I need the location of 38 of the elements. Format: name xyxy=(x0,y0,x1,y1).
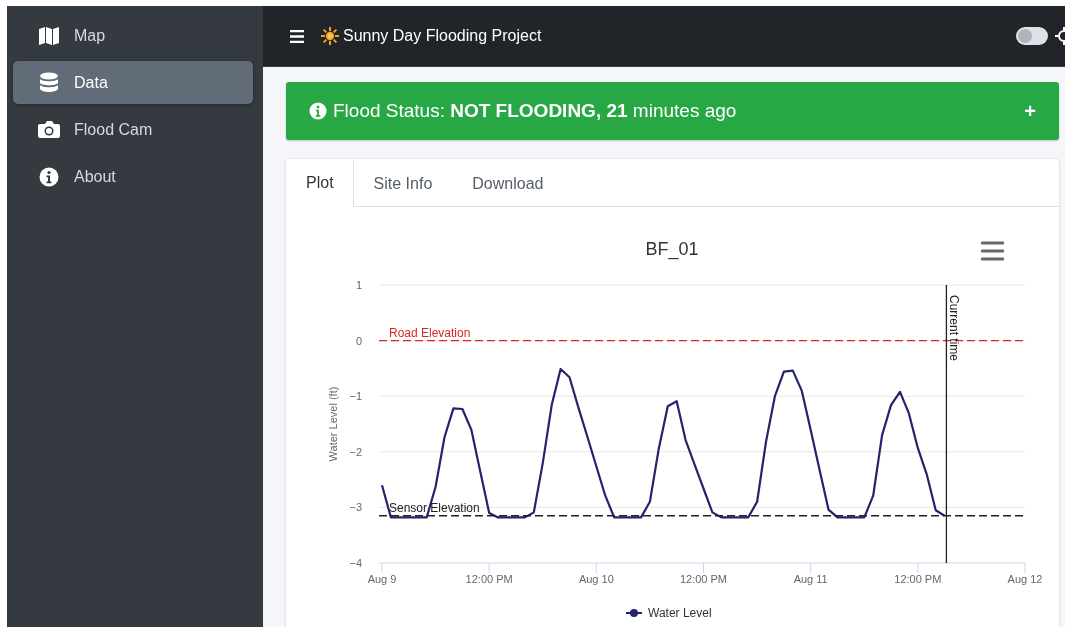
database-icon xyxy=(39,71,59,94)
y-axis-title: Water Level (ft) xyxy=(327,386,339,462)
reference-line-label: Road Elevation xyxy=(389,325,471,340)
tab[interactable]: Download xyxy=(452,159,564,207)
info-icon xyxy=(309,102,327,120)
current-time-label: Current time xyxy=(947,295,962,362)
legend-item[interactable]: Water Level xyxy=(648,606,712,620)
sidebar-item[interactable]: Data xyxy=(13,61,253,104)
tab[interactable]: Site Info xyxy=(353,159,453,207)
menu-button[interactable] xyxy=(290,29,304,43)
camera-icon xyxy=(38,120,60,139)
flood-status-text: Flood Status: NOT FLOODING, 21 minutes ago xyxy=(333,100,737,122)
y-tick-label: 0 xyxy=(355,334,362,347)
y-tick-label: −4 xyxy=(349,557,362,569)
chart-menu-button[interactable] xyxy=(981,241,1004,261)
sidebar-item[interactable]: About xyxy=(13,155,253,198)
y-tick-label: −3 xyxy=(349,501,362,514)
sidebar-item[interactable]: Map xyxy=(13,14,253,57)
reference-line-label: Sensor Elevation xyxy=(389,500,480,515)
x-tick-label: Aug 9 xyxy=(367,573,397,585)
x-tick-label: 12:00 PM xyxy=(465,573,513,585)
x-tick-label: Aug 12 xyxy=(1007,573,1043,585)
x-tick-label: Aug 11 xyxy=(793,573,828,585)
info-icon xyxy=(39,166,59,187)
theme-toggle[interactable] xyxy=(1016,27,1048,45)
sun-icon xyxy=(321,27,339,45)
x-tick-label: Aug 10 xyxy=(578,573,614,585)
tab[interactable]: Plot xyxy=(286,159,354,207)
x-tick-label: 12:00 PM xyxy=(679,573,728,585)
y-tick-label: −2 xyxy=(349,445,362,458)
chart-title: BF_01 xyxy=(645,239,699,259)
y-tick-label: −1 xyxy=(349,390,362,403)
map-icon xyxy=(38,25,60,46)
legend-marker xyxy=(625,609,643,617)
y-tick-label: 1 xyxy=(355,279,362,291)
x-tick-label: 12:00 PM xyxy=(894,573,942,585)
sidebar-item[interactable]: Flood Cam xyxy=(13,108,253,151)
app-title: Sunny Day Flooding Project xyxy=(343,27,542,45)
